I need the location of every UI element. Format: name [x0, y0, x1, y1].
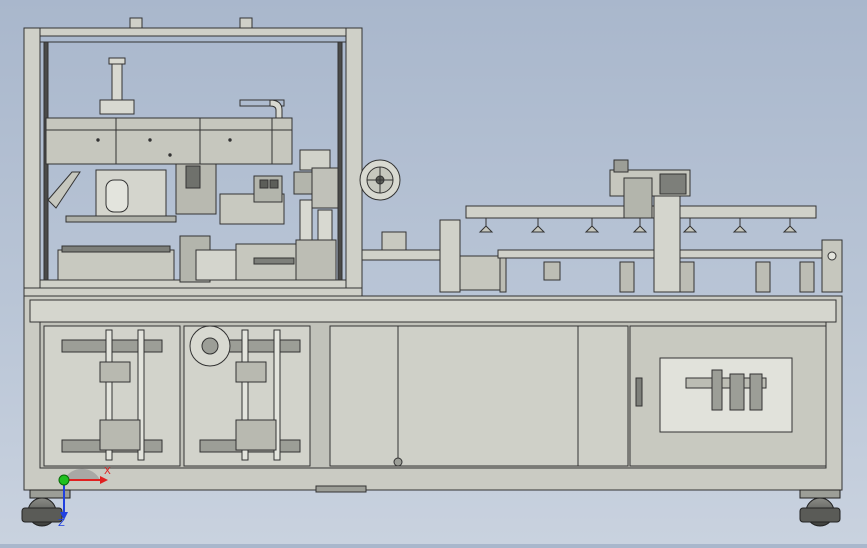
- caster-right: [799, 489, 841, 527]
- gripper-head: [65, 163, 217, 223]
- pneumatic-panel: [629, 325, 827, 467]
- diagonal-brace: [47, 171, 81, 209]
- cabinet-door-center: [329, 325, 629, 467]
- horizontal-beam: [45, 117, 293, 165]
- x-axis-label: X: [104, 466, 111, 477]
- right-conveyor-section: [361, 219, 843, 293]
- vertical-cylinder: [99, 57, 285, 119]
- z-axis-label: Z: [58, 518, 65, 529]
- cabinet-bay-left: [43, 325, 181, 467]
- triad-origin: [58, 474, 70, 486]
- cabinet-bay-middle: [183, 325, 311, 467]
- tape-reel: [359, 159, 401, 201]
- lower-conveyor-left: [57, 235, 337, 283]
- cad-viewport[interactable]: X Z: [0, 0, 867, 544]
- machine-drawing[interactable]: X Z: [0, 0, 867, 544]
